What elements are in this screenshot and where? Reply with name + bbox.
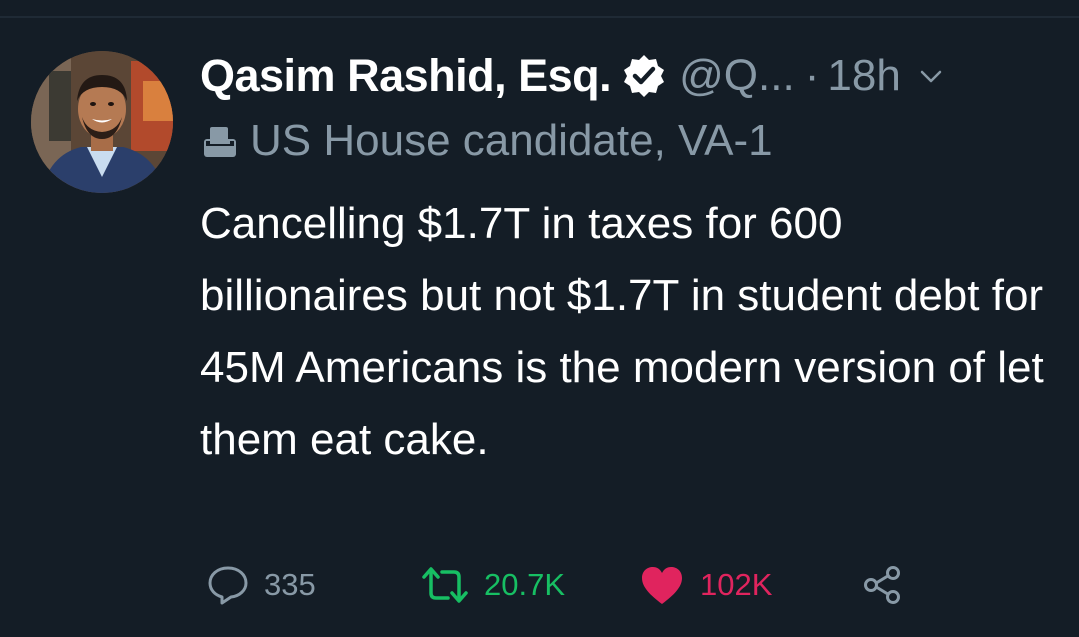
tweet-actions: 335 20.7K 102K xyxy=(206,560,926,610)
avatar[interactable] xyxy=(31,51,173,193)
share-button[interactable] xyxy=(860,560,904,610)
like-count: 102K xyxy=(700,567,773,602)
heart-icon xyxy=(642,567,682,604)
tweet[interactable]: Qasim Rashid, Esq. @Q... · 18h US House … xyxy=(0,0,1079,637)
ballot-box-icon xyxy=(200,121,240,161)
author-bio: US House candidate, VA-1 xyxy=(200,116,773,166)
author-handle[interactable]: @Q... xyxy=(679,51,795,101)
share-icon xyxy=(864,566,900,604)
like-button[interactable]: 102K xyxy=(638,560,772,610)
retweet-count: 20.7K xyxy=(484,567,566,602)
timestamp[interactable]: 18h xyxy=(827,51,900,101)
chevron-down-icon[interactable] xyxy=(917,62,945,90)
reply-count: 335 xyxy=(264,567,316,602)
separator-dot: · xyxy=(804,51,820,100)
tweet-text: Cancelling $1.7T in taxes for 600 billio… xyxy=(200,199,1044,464)
reply-button[interactable]: 335 xyxy=(206,560,316,610)
retweet-button[interactable]: 20.7K xyxy=(420,560,565,610)
bio-text: US House candidate, VA-1 xyxy=(250,116,773,165)
author-name[interactable]: Qasim Rashid, Esq. xyxy=(200,50,612,102)
reply-icon xyxy=(208,566,248,605)
tweet-header: Qasim Rashid, Esq. @Q... · 18h xyxy=(200,48,945,104)
retweet-icon xyxy=(422,567,468,603)
verified-badge-icon xyxy=(621,53,667,99)
